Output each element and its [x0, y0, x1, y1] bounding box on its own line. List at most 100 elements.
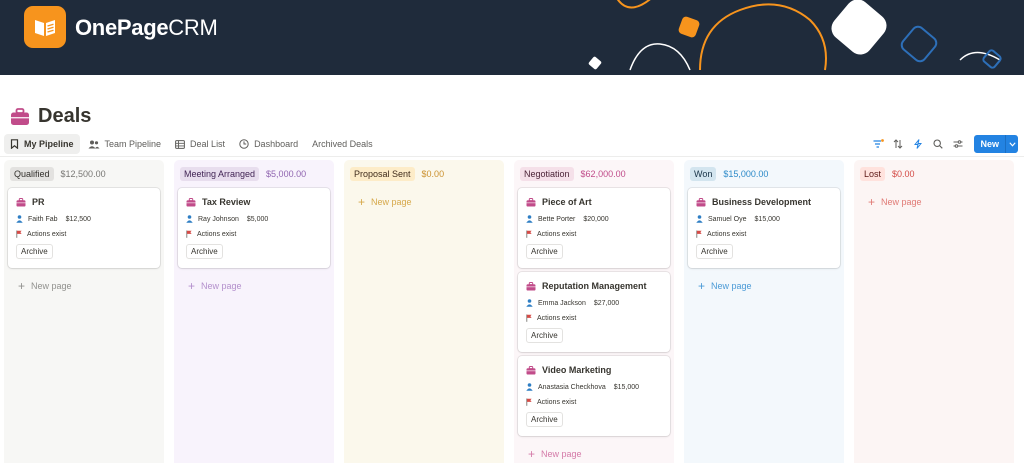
clock-icon [239, 139, 249, 149]
search-button[interactable] [930, 135, 946, 153]
new-page-button[interactable]: + New page [688, 272, 840, 299]
deal-card[interactable]: Tax Review Ray Johnson $5,000 Actions ex… [178, 188, 330, 268]
brand-name-light: CRM [168, 15, 218, 40]
filter-button[interactable] [870, 135, 886, 153]
column-label[interactable]: Negotiation [520, 167, 574, 181]
lightning-icon [914, 139, 923, 149]
briefcase-icon [11, 107, 29, 125]
tab-my-pipeline[interactable]: My Pipeline [4, 134, 80, 154]
view-tabs: My Pipeline Team Pipeline Deal List Dash… [4, 134, 379, 154]
person-icon [526, 299, 533, 307]
person-icon [16, 215, 23, 223]
tab-label: Deal List [190, 139, 226, 149]
deal-card[interactable]: PR Faith Fab $12,500 Actions exist Archi… [8, 188, 160, 268]
deal-owner: Ray Johnson [198, 215, 239, 223]
briefcase-icon [16, 197, 26, 206]
deal-card[interactable]: Business Development Samuel Oye $15,000 … [688, 188, 840, 268]
new-page-button[interactable]: + New page [8, 272, 160, 299]
column-label[interactable]: Qualified [10, 167, 54, 181]
archive-button[interactable]: Archive [696, 244, 733, 259]
search-icon [933, 139, 944, 149]
deal-card[interactable]: Piece of Art Bette Porter $20,000 Action… [518, 188, 670, 268]
column-proposal-sent: Proposal Sent $0.00 + New page [344, 160, 504, 463]
column-lost: Lost $0.00 + New page [854, 160, 1014, 463]
person-icon [696, 215, 703, 223]
tab-dashboard[interactable]: Dashboard [233, 134, 304, 154]
flag-icon [16, 230, 22, 238]
new-button-group: New [974, 135, 1018, 153]
archive-button[interactable]: Archive [186, 244, 223, 259]
plus-icon: + [358, 194, 366, 209]
column-label[interactable]: Won [690, 167, 717, 181]
header-banner: OnePageCRM [0, 0, 1024, 75]
archive-button[interactable]: Archive [526, 412, 563, 427]
new-page-label: New page [371, 196, 412, 207]
new-page-button[interactable]: + New page [858, 188, 1010, 215]
archive-button[interactable]: Archive [526, 328, 563, 343]
chevron-down-icon [1008, 141, 1016, 147]
archive-button[interactable]: Archive [526, 244, 563, 259]
divider [0, 156, 1024, 157]
person-icon [186, 215, 193, 223]
logo-wordmark[interactable]: OnePageCRM [75, 15, 218, 41]
deal-title: Video Marketing [542, 365, 612, 375]
deal-actions-row: Actions exist [696, 229, 833, 239]
tab-team-pipeline[interactable]: Team Pipeline [82, 134, 168, 154]
column-label[interactable]: Meeting Arranged [180, 167, 260, 181]
deal-amount: $15,000 [754, 215, 780, 223]
new-page-label: New page [201, 280, 242, 291]
briefcase-icon [526, 281, 536, 290]
column-sum: $62,000.00 [580, 169, 626, 179]
new-page-button[interactable]: + New page [348, 188, 500, 215]
plus-icon: + [18, 278, 26, 293]
archive-button[interactable]: Archive [16, 244, 53, 259]
column-won: Won $15,000.00 Business Development Samue… [684, 160, 844, 463]
plus-icon: + [868, 194, 876, 209]
person-icon [526, 383, 533, 391]
flag-icon [526, 314, 532, 322]
column-header: Qualified $12,500.00 [10, 165, 158, 183]
new-page-label: New page [711, 280, 752, 291]
deal-actions-row: Actions exist [186, 229, 323, 239]
deal-owner: Faith Fab [28, 215, 58, 223]
kanban-board: Qualified $12,500.00 PR Faith Fab $12,500… [4, 160, 1014, 463]
automation-button[interactable] [910, 135, 926, 153]
settings-button[interactable] [950, 135, 966, 153]
tab-archived-deals[interactable]: Archived Deals [306, 134, 379, 154]
column-label[interactable]: Proposal Sent [350, 167, 415, 181]
flag-icon [526, 230, 532, 238]
deal-owner-row: Faith Fab $12,500 [16, 214, 153, 224]
column-sum: $0.00 [421, 169, 445, 179]
deal-card[interactable]: Reputation Management Emma Jackson $27,0… [518, 272, 670, 352]
deal-actions-status: Actions exist [537, 398, 577, 406]
tab-deal-list[interactable]: Deal List [169, 134, 231, 154]
tab-label: My Pipeline [24, 139, 74, 149]
logo-icon[interactable] [24, 6, 66, 48]
new-button[interactable]: New [974, 135, 1005, 153]
deal-amount: $20,000 [583, 215, 609, 223]
deal-owner-row: Ray Johnson $5,000 [186, 214, 323, 224]
deal-card[interactable]: Video Marketing Anastasia Checkhova $15,… [518, 356, 670, 436]
deal-owner-row: Samuel Oye $15,000 [696, 214, 833, 224]
column-sum: $15,000.00 [723, 169, 769, 179]
page-title: Deals [10, 105, 91, 128]
deal-actions-row: Actions exist [526, 397, 663, 407]
sort-button[interactable] [890, 135, 906, 153]
deal-owner: Emma Jackson [538, 299, 586, 307]
new-dropdown-button[interactable] [1005, 135, 1018, 153]
brand-name-bold: OnePage [75, 15, 169, 40]
flag-icon [526, 398, 532, 406]
column-header: Won $15,000.00 [690, 165, 838, 183]
column-header: Negotiation $62,000.00 [520, 165, 668, 183]
deal-title-row: Tax Review [186, 195, 323, 209]
page-title-text: Deals [38, 105, 92, 127]
new-page-button[interactable]: + New page [518, 440, 670, 463]
column-header: Meeting Arranged $5,000.00 [180, 165, 328, 183]
people-icon [88, 140, 100, 148]
deal-amount: $5,000 [246, 215, 269, 223]
new-page-button[interactable]: + New page [178, 272, 330, 299]
column-sum: $5,000.00 [266, 169, 307, 179]
column-label[interactable]: Lost [860, 167, 886, 181]
deal-title-row: Piece of Art [526, 195, 663, 209]
person-icon [526, 215, 533, 223]
